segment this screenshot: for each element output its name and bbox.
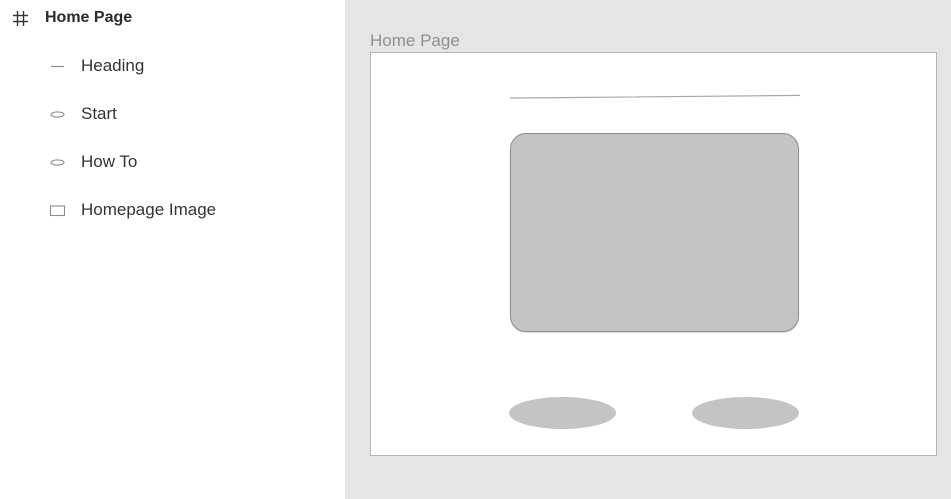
layer-frame-home-page[interactable]: Home Page [0, 0, 345, 36]
start-ellipse[interactable] [509, 397, 616, 429]
artboard-home-page[interactable] [370, 52, 937, 456]
layers-panel: Home Page Heading Start How To Homepage … [0, 0, 345, 499]
layer-item-label: Homepage Image [81, 200, 217, 219]
layer-item-how-to[interactable]: How To [0, 144, 345, 180]
how-to-ellipse[interactable] [692, 397, 799, 429]
rectangle-icon [49, 205, 66, 217]
layer-item-label: Heading [81, 56, 145, 75]
homepage-image-rectangle[interactable] [510, 133, 799, 332]
layer-item-label: How To [81, 152, 138, 171]
layer-item-heading[interactable]: Heading [0, 48, 345, 84]
frame-hash-icon [13, 11, 28, 26]
frame-title[interactable]: Home Page [370, 31, 460, 51]
ellipse-icon [50, 159, 65, 166]
layer-item-label: Start [81, 104, 117, 123]
layer-item-homepage-image[interactable]: Homepage Image [0, 192, 345, 228]
line-icon [51, 65, 64, 68]
canvas[interactable]: Home Page [345, 0, 951, 499]
layer-item-start[interactable]: Start [0, 96, 345, 132]
layer-frame-label: Home Page [45, 9, 133, 26]
heading-line[interactable] [509, 93, 801, 101]
ellipse-icon [50, 111, 65, 118]
